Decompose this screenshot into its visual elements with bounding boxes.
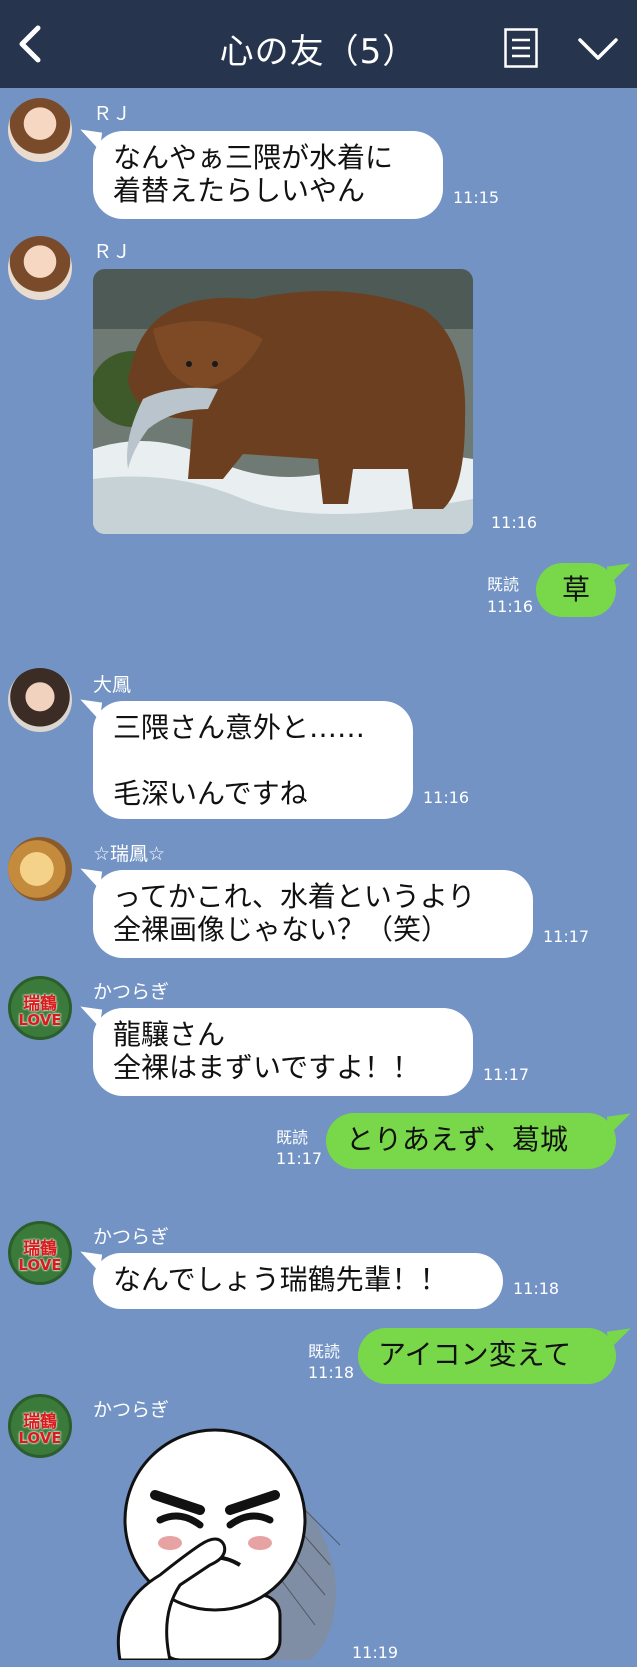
message-time: 11:15 <box>453 188 500 207</box>
message-bubble[interactable]: 草 <box>536 563 616 617</box>
message-bubble[interactable]: 龍驤さん 全裸はまずいですよ！！ <box>93 1008 473 1096</box>
message-bubble[interactable]: なんやぁ三隈が水着に 着替えたらしいやん <box>93 131 443 219</box>
sticker-image[interactable] <box>100 1425 350 1660</box>
avatar-katsuragi[interactable]: 瑞鶴 LOVE <box>8 1394 72 1458</box>
message-time: 11:18 <box>513 1279 560 1298</box>
sender-name: かつらぎ <box>93 1226 170 1248</box>
avatar-badge-text: LOVE <box>18 1256 62 1274</box>
message-bubble[interactable]: ってかこれ、水着というより 全裸画像じゃない？（笑） <box>93 870 533 958</box>
sender-name: かつらぎ <box>93 981 170 1003</box>
read-receipt: 既読 <box>308 1342 341 1361</box>
message-time: 11:18 <box>308 1363 355 1382</box>
bear-photo[interactable] <box>93 269 473 534</box>
avatar-badge-text: LOVE <box>18 1011 62 1029</box>
notes-icon[interactable] <box>504 28 538 68</box>
read-receipt: 既読 <box>487 575 520 594</box>
message-bubble[interactable]: なんでしょう瑞鶴先輩！！ <box>93 1253 503 1309</box>
message-time: 11:17 <box>483 1065 530 1084</box>
avatar-katsuragi[interactable]: 瑞鶴 LOVE <box>8 1221 72 1285</box>
avatar-katsuragi[interactable]: 瑞鶴 LOVE <box>8 976 72 1040</box>
message-bubble[interactable]: アイコン変えて <box>358 1328 616 1384</box>
message-time: 11:17 <box>276 1149 323 1168</box>
chat-title: 心の友（5） <box>219 32 418 72</box>
sender-name: ＲＪ <box>93 103 132 125</box>
message-time: 11:19 <box>352 1643 399 1662</box>
message-time: 11:16 <box>491 513 538 532</box>
avatar-zuiho[interactable] <box>8 837 72 901</box>
avatar-rj[interactable] <box>8 236 72 300</box>
message-bubble[interactable]: 三隈さん意外と…… 毛深いんですね <box>93 701 413 819</box>
avatar-rj[interactable] <box>8 98 72 162</box>
avatar-badge-text: LOVE <box>18 1429 62 1447</box>
sender-name: かつらぎ <box>93 1399 170 1421</box>
message-time: 11:16 <box>487 597 534 616</box>
sender-name: ☆瑞鳳☆ <box>93 843 166 865</box>
sender-name: ＲＪ <box>93 241 132 263</box>
avatar-taiho[interactable] <box>8 668 72 732</box>
message-time: 11:16 <box>423 788 470 807</box>
chevron-down-icon[interactable] <box>576 34 620 64</box>
sender-name: 大鳳 <box>93 674 132 696</box>
message-time: 11:17 <box>543 927 590 946</box>
message-bubble[interactable]: とりあえず、葛城 <box>326 1113 616 1169</box>
read-receipt: 既読 <box>276 1128 309 1147</box>
chat-header: 心の友（5） <box>0 0 637 88</box>
